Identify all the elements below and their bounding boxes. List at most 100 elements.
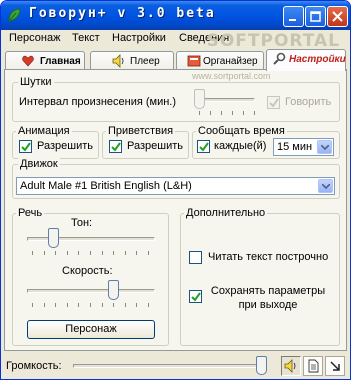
organizer-icon (187, 55, 201, 67)
speaker-icon (112, 54, 124, 68)
engine-legend: Движок (18, 158, 60, 170)
time-group: Сообщать время каждые(й) 15 мин (192, 125, 340, 159)
maximize-icon (310, 11, 321, 22)
speed-label: Скорость: (62, 265, 113, 277)
tab-organizer[interactable]: Органайзер (176, 51, 264, 70)
slider-tick (32, 251, 33, 255)
menu-settings[interactable]: Настройки (112, 32, 166, 44)
title-bar[interactable]: Говорун+ v 3.0 beta (1, 1, 350, 30)
slider-tick (148, 303, 149, 307)
checkmark-icon (21, 142, 31, 152)
close-button[interactable] (327, 6, 348, 27)
extra-legend: Дополнительно (184, 207, 268, 219)
checkmark-icon (199, 142, 209, 152)
menu-text[interactable]: Текст (72, 32, 100, 44)
tab-organizer-label: Органайзер (203, 56, 258, 67)
read-lines-label: Читать текст построчно (208, 251, 329, 263)
slider-tick (148, 251, 149, 255)
interval-slider[interactable] (194, 89, 205, 109)
save-params-label: Сохранять параметры при выходе (210, 285, 326, 311)
slider-tick (136, 303, 137, 307)
speed-slider-ticks (32, 303, 149, 307)
animation-checkbox[interactable] (19, 140, 32, 153)
time-interval-combo[interactable]: 15 мин (273, 138, 334, 156)
tab-player[interactable]: Плеер (90, 51, 174, 70)
animation-legend: Анимация (16, 125, 72, 137)
tab-settings-label: Настройки (289, 54, 346, 65)
speed-slider[interactable] (108, 280, 119, 300)
tab-settings[interactable]: Настройки (266, 49, 346, 71)
slider-tick (232, 111, 233, 115)
slider-tick (102, 303, 103, 307)
slider-tick (243, 111, 244, 115)
slider-tick (55, 303, 56, 307)
jokes-legend: Шутки (18, 76, 54, 88)
status-bar: Громкость: (1, 353, 350, 379)
speaker-icon (284, 359, 296, 373)
tone-label: Тон: (71, 217, 93, 229)
slider-tick (32, 303, 33, 307)
resize-button[interactable] (325, 356, 345, 376)
greetings-allow-label: Разрешить (127, 140, 183, 152)
checkmark-icon (191, 292, 201, 302)
time-checkbox[interactable] (197, 140, 210, 153)
document-button[interactable] (303, 356, 323, 376)
minimize-icon (289, 19, 296, 21)
speed-slider-track (27, 289, 155, 293)
greetings-checkbox[interactable] (109, 140, 122, 153)
slider-tick (199, 111, 200, 115)
greetings-legend: Приветствия (106, 125, 176, 137)
slider-tick (136, 251, 137, 255)
tone-slider[interactable] (48, 228, 59, 248)
slider-tick (113, 303, 114, 307)
greetings-group: Приветствия Разрешить (102, 125, 189, 159)
volume-label: Громкость: (6, 360, 62, 372)
dropdown-button[interactable] (318, 179, 333, 193)
speech-group: Речь Тон: Скорость: Персонаж (12, 207, 169, 346)
checkmark-icon (269, 98, 279, 108)
volume-slider[interactable] (256, 356, 267, 375)
app-window: Говорун+ v 3.0 beta Персонаж Текст Настр… (0, 0, 351, 380)
time-interval-value: 15 мин (277, 141, 313, 153)
tab-player-label: Плеер (130, 56, 160, 67)
read-lines-checkbox[interactable] (189, 251, 202, 264)
settings-panel: www.sortportal.com Шутки Интервал произн… (4, 69, 347, 351)
url-watermark: www.sortportal.com (192, 71, 271, 81)
menu-character[interactable]: Персонаж (9, 32, 60, 44)
slider-tick (125, 303, 126, 307)
speech-legend: Речь (16, 207, 45, 219)
engine-value: Adult Male #1 British English (L&H) (20, 180, 192, 192)
slider-tick (67, 251, 68, 255)
slider-tick (102, 251, 103, 255)
tone-slider-track (27, 237, 155, 241)
animation-allow-label: Разрешить (37, 140, 93, 152)
chevron-down-icon (322, 184, 330, 189)
dropdown-button[interactable] (317, 140, 332, 154)
slider-tick (78, 251, 79, 255)
slider-tick (44, 251, 45, 255)
chevron-down-icon (321, 145, 329, 150)
character-button[interactable]: Персонаж (27, 320, 155, 339)
engine-combo[interactable]: Adult Male #1 British English (L&H) (16, 177, 335, 195)
slider-tick (67, 303, 68, 307)
time-legend: Сообщать время (196, 125, 287, 137)
engine-group: Движок Adult Male #1 British English (L&… (12, 158, 340, 199)
volume-slider-track (73, 364, 267, 368)
slider-tick (55, 251, 56, 255)
save-params-checkbox[interactable] (189, 290, 202, 303)
slider-tick (44, 303, 45, 307)
document-icon (308, 359, 319, 373)
minimize-button[interactable] (283, 6, 304, 27)
speak-checkbox[interactable] (267, 96, 280, 109)
tone-slider-ticks (32, 251, 149, 255)
maximize-button[interactable] (305, 6, 326, 27)
slider-tick (90, 251, 91, 255)
checkmark-icon (111, 142, 121, 152)
interval-slider-ticks (199, 111, 255, 115)
settings-icon (273, 52, 286, 65)
mute-button[interactable] (281, 356, 301, 376)
window-title: Говорун+ v 3.0 beta (29, 6, 216, 21)
slider-tick (210, 111, 211, 115)
tab-main[interactable]: Главная (5, 51, 85, 70)
interval-label: Интервал произнесения (мин.) (19, 96, 177, 108)
